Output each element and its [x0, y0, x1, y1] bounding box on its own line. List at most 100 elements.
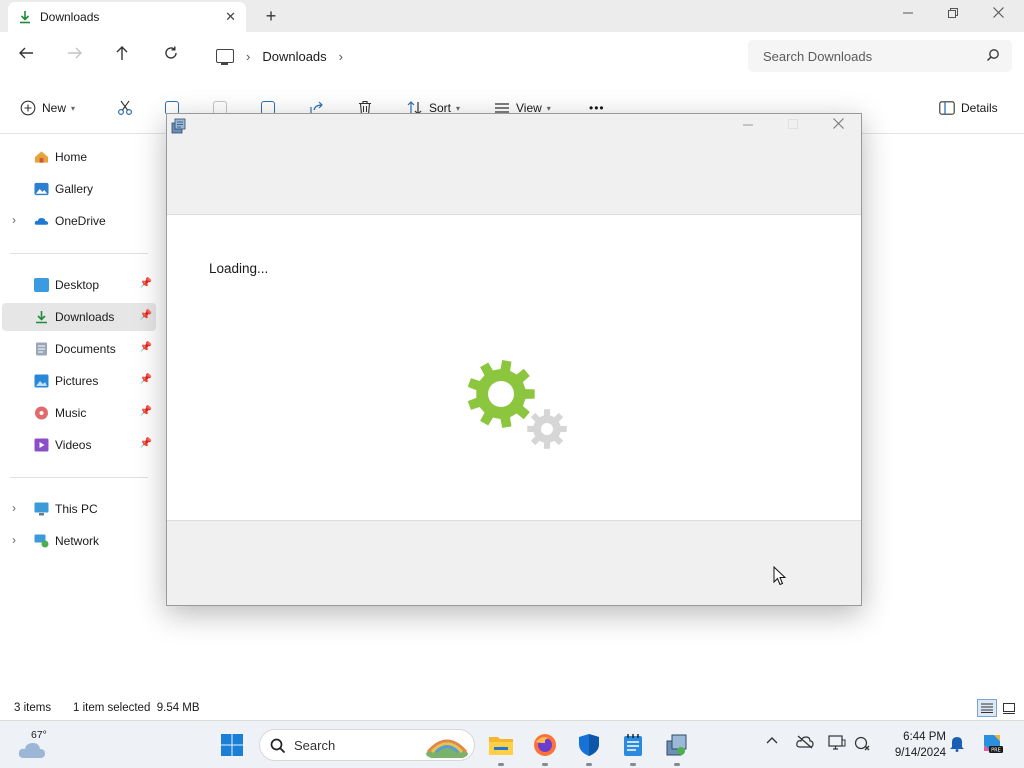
sidebar-label: Downloads — [55, 310, 115, 324]
search-box[interactable] — [748, 40, 1012, 72]
details-button[interactable]: Details — [939, 98, 998, 118]
sidebar-item-desktop[interactable]: Desktop 📌 — [2, 271, 156, 299]
title-bar: Downloads ✕ + — [0, 0, 1024, 32]
minimize-icon — [903, 12, 913, 14]
forward-button[interactable] — [63, 45, 87, 67]
sidebar-item-network[interactable]: › Network — [2, 527, 156, 555]
cut-button[interactable] — [117, 98, 133, 118]
copilot-button[interactable]: PRE — [980, 731, 1004, 758]
running-indicator — [498, 763, 504, 766]
sidebar-divider — [10, 253, 148, 254]
tab-downloads[interactable]: Downloads ✕ — [8, 2, 246, 32]
dialog-minimize-button[interactable] — [737, 117, 759, 132]
add-circle-icon — [20, 100, 36, 116]
cut-icon — [117, 100, 133, 116]
sidebar-item-documents[interactable]: Documents 📌 — [2, 335, 156, 363]
clock-time: 6:44 PM — [903, 731, 946, 743]
downloads-folder-icon — [36, 311, 47, 324]
pin-icon: 📌 — [139, 342, 152, 353]
loading-label: Loading... — [209, 261, 269, 276]
sidebar-item-downloads[interactable]: Downloads 📌 — [2, 303, 156, 331]
sidebar-item-this-pc[interactable]: › This PC — [2, 495, 156, 523]
dialog-maximize-button[interactable] — [782, 117, 804, 132]
gear-small-icon — [527, 409, 567, 449]
downloads-icon — [20, 11, 30, 24]
desktop-folder-icon — [34, 278, 49, 292]
onedrive-icon — [34, 218, 49, 225]
address-bar: › Downloads › — [0, 32, 1024, 80]
chevron-right-icon[interactable]: › — [12, 213, 16, 227]
loading-gears-icon — [467, 360, 567, 449]
arrow-left-icon — [19, 47, 33, 59]
tray-display[interactable] — [828, 735, 846, 754]
breadcrumb-chevron-icon[interactable]: › — [246, 49, 250, 64]
chevron-up-icon — [766, 737, 778, 744]
chevron-right-icon[interactable]: › — [12, 501, 16, 515]
up-button[interactable] — [110, 45, 134, 67]
running-indicator — [542, 763, 548, 766]
windows-logo-icon — [221, 734, 243, 756]
sidebar-item-videos[interactable]: Videos 📌 — [2, 431, 156, 459]
taskbar-firefox[interactable] — [531, 731, 559, 766]
status-bar: 3 items 1 item selected 9.54 MB — [0, 696, 1024, 720]
taskbar-search[interactable]: Search — [259, 729, 475, 761]
refresh-button[interactable] — [159, 45, 183, 67]
dialog-title-bar[interactable] — [167, 114, 861, 138]
this-pc-icon — [34, 502, 49, 516]
tiles-view-toggle[interactable] — [999, 699, 1019, 717]
loading-dialog: Loading... — [166, 113, 862, 606]
taskbar-defender[interactable] — [575, 731, 603, 766]
search-input[interactable] — [763, 48, 973, 64]
sidebar-item-onedrive[interactable]: › OneDrive — [2, 207, 156, 235]
close-window-button[interactable] — [988, 6, 1008, 21]
maximize-icon — [788, 119, 798, 129]
breadcrumb[interactable]: › Downloads › — [208, 40, 738, 72]
sidebar-label: Documents — [55, 342, 116, 356]
notifications-button[interactable] — [949, 734, 965, 755]
breadcrumb-downloads[interactable]: Downloads — [262, 49, 326, 64]
start-button[interactable] — [218, 731, 246, 759]
new-button[interactable]: New ▾ — [20, 98, 75, 118]
minimize-button[interactable] — [898, 6, 918, 21]
running-indicator — [586, 763, 592, 766]
gallery-icon — [34, 182, 49, 196]
breadcrumb-chevron-icon[interactable]: › — [339, 49, 343, 64]
taskbar-clock[interactable]: 6:44 PM 9/14/2024 — [876, 729, 946, 761]
tray-onedrive-offline[interactable] — [796, 735, 814, 752]
taskbar-installer[interactable] — [663, 731, 691, 766]
weather-widget[interactable]: 67° — [16, 729, 60, 763]
selection-info: 1 item selected 9.54 MB — [73, 702, 200, 714]
dialog-close-button[interactable] — [827, 117, 849, 132]
pin-icon: 📌 — [139, 374, 152, 385]
sidebar-item-pictures[interactable]: Pictures 📌 — [2, 367, 156, 395]
pin-icon: 📌 — [139, 278, 152, 289]
arrow-up-icon — [116, 46, 128, 60]
sidebar-label: Gallery — [55, 182, 94, 196]
chevron-down-icon: ▾ — [456, 103, 461, 113]
details-view-toggle[interactable] — [977, 699, 997, 717]
tab-title: Downloads — [40, 10, 100, 24]
tray-network[interactable] — [854, 735, 870, 754]
back-button[interactable] — [14, 45, 38, 67]
minimize-icon — [743, 124, 753, 126]
sidebar-item-music[interactable]: Music 📌 — [2, 399, 156, 427]
show-hidden-icons-button[interactable] — [766, 735, 778, 750]
restore-icon — [948, 8, 958, 18]
network-icon — [34, 534, 49, 548]
sidebar-item-gallery[interactable]: Gallery — [2, 175, 156, 203]
close-tab-icon[interactable]: ✕ — [225, 9, 236, 25]
chevron-right-icon[interactable]: › — [12, 533, 16, 547]
search-highlight-icon — [426, 739, 468, 758]
new-tab-button[interactable]: + — [262, 6, 280, 26]
sidebar-divider — [10, 477, 148, 478]
this-pc-crumb-icon[interactable] — [216, 49, 234, 65]
sidebar-label: Desktop — [55, 278, 100, 292]
notepad-icon — [624, 734, 642, 756]
taskbar-file-explorer[interactable] — [487, 731, 515, 766]
maximize-button[interactable] — [943, 6, 963, 21]
search-icon — [270, 738, 286, 754]
taskbar-notepad[interactable] — [619, 731, 647, 766]
sidebar-item-home[interactable]: Home — [2, 143, 156, 171]
home-icon — [34, 151, 49, 163]
videos-folder-icon — [34, 438, 49, 452]
